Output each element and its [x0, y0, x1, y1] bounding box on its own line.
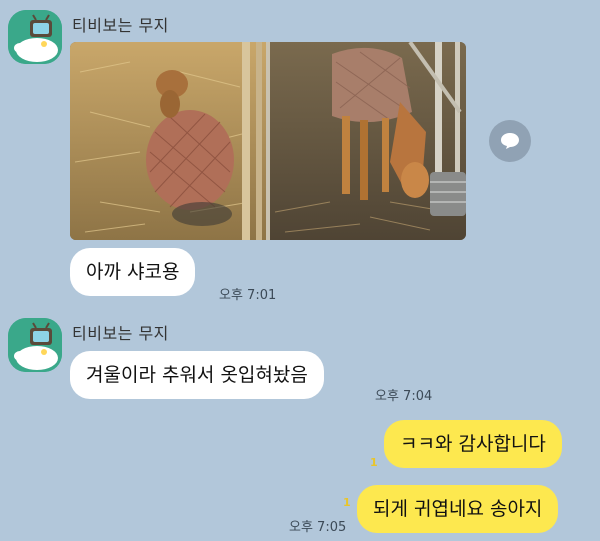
message-bubble[interactable]: 아까 샤코용 — [70, 248, 196, 296]
message-time: 오후 7:01 — [219, 288, 277, 303]
my-message-bubble[interactable]: 되게 귀엽네요 송아지 — [357, 485, 559, 533]
unread-count: 1 — [343, 496, 351, 509]
photo-attachment[interactable] — [70, 42, 466, 240]
my-message-bubble[interactable]: ㅋㅋ와 감사합니다 — [384, 420, 562, 468]
sender-name: 티비보는 무지 — [72, 16, 169, 35]
muzi-tv-avatar-icon — [8, 318, 62, 372]
share-speech-bubble-icon — [501, 133, 519, 149]
message-time: 오후 7:05 — [289, 520, 347, 535]
muzi-tv-avatar-icon — [8, 10, 62, 64]
unread-count: 1 — [370, 456, 378, 469]
sender-name: 티비보는 무지 — [72, 324, 169, 343]
message-time: 오후 7:04 — [375, 389, 433, 404]
share-button[interactable] — [489, 120, 531, 162]
calf-photos — [70, 42, 466, 240]
sender-avatar[interactable] — [8, 318, 62, 372]
message-bubble[interactable]: 겨울이라 추워서 옷입혀놨음 — [70, 351, 324, 399]
sender-avatar[interactable] — [8, 10, 62, 64]
